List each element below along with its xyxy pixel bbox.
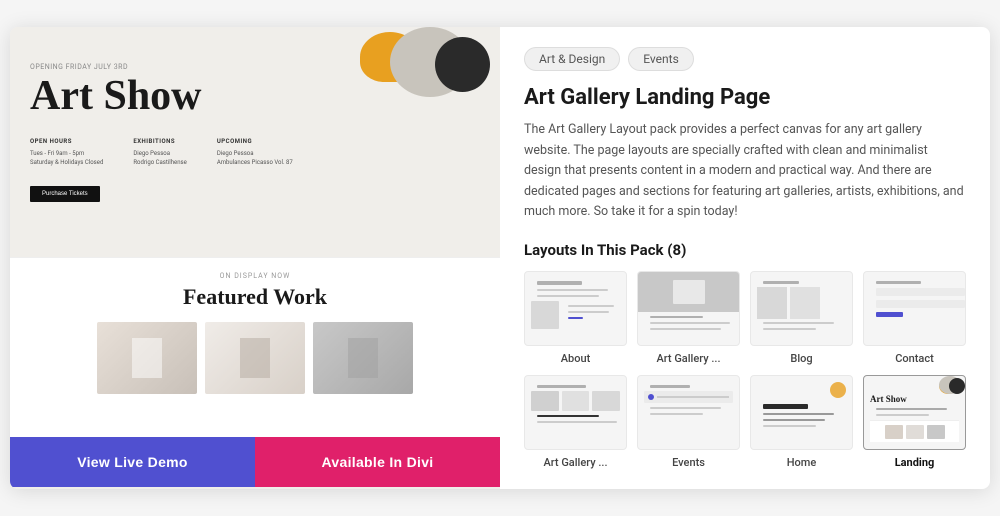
- layout-label-landing: Landing: [863, 456, 966, 469]
- art-show-info: OPEN HOURS Tues - Fri 9am - 5pmSaturday …: [30, 137, 480, 168]
- layout-item-about[interactable]: About: [524, 271, 627, 365]
- layout-item-blog[interactable]: Blog: [750, 271, 853, 365]
- featured-thumb-3: [313, 322, 413, 394]
- upcoming-col: UPCOMING Diego PessoaAmbulances Picasso …: [217, 137, 293, 168]
- layout-label-events: Events: [637, 456, 740, 469]
- view-live-demo-button[interactable]: View Live Demo: [10, 437, 255, 487]
- layouts-grid: About Art Gallery: [524, 271, 966, 469]
- purchase-tickets-button[interactable]: Purchase Tickets: [30, 186, 100, 202]
- featured-thumbnails: [26, 322, 484, 394]
- tag-art-design[interactable]: Art & Design: [524, 47, 620, 71]
- layout-thumb-contact: [863, 271, 966, 346]
- open-hours-text: Tues - Fri 9am - 5pmSaturday & Holidays …: [30, 149, 103, 168]
- available-in-divi-button[interactable]: Available In Divi: [255, 437, 500, 487]
- open-hours-col: OPEN HOURS Tues - Fri 9am - 5pmSaturday …: [30, 137, 103, 168]
- main-container: OPENING FRIDAY JULY 3RD Art Show OPEN HO…: [10, 27, 990, 489]
- layout-thumb-home: [750, 375, 853, 450]
- right-panel: Art & Design Events Art Gallery Landing …: [500, 27, 990, 489]
- layout-item-artgallery[interactable]: Art Gallery ...: [637, 271, 740, 365]
- layout-label-artgallery2: Art Gallery ...: [524, 456, 627, 469]
- layout-label-about: About: [524, 352, 627, 365]
- featured-thumb-2: [205, 322, 305, 394]
- layout-thumb-blog: [750, 271, 853, 346]
- art-show-content: OPENING FRIDAY JULY 3RD Art Show OPEN HO…: [30, 43, 480, 202]
- layout-thumb-artgallery2: [524, 375, 627, 450]
- layout-item-contact[interactable]: Contact: [863, 271, 966, 365]
- layout-label-home: Home: [750, 456, 853, 469]
- left-panel: OPENING FRIDAY JULY 3RD Art Show OPEN HO…: [10, 27, 500, 489]
- bottom-buttons: View Live Demo Available In Divi: [10, 437, 500, 487]
- open-hours-label: OPEN HOURS: [30, 137, 103, 147]
- exhibitions-label: EXHIBITIONS: [133, 137, 187, 147]
- layout-item-events[interactable]: Events: [637, 375, 740, 469]
- tags-container: Art & Design Events: [524, 47, 966, 71]
- featured-thumb-1: [97, 322, 197, 394]
- layout-label-artgallery: Art Gallery ...: [637, 352, 740, 365]
- on-display-label: ON DISPLAY NOW: [26, 272, 484, 280]
- layout-item-home[interactable]: Home: [750, 375, 853, 469]
- layout-thumb-about: [524, 271, 627, 346]
- page-title: Art Gallery Landing Page: [524, 85, 966, 110]
- tag-events[interactable]: Events: [628, 47, 694, 71]
- featured-work-section: ON DISPLAY NOW Featured Work: [10, 257, 500, 437]
- upcoming-text: Diego PessoaAmbulances Picasso Vol. 87: [217, 149, 293, 168]
- layout-item-artgallery2[interactable]: Art Gallery ...: [524, 375, 627, 469]
- layouts-heading: Layouts In This Pack (8): [524, 241, 966, 259]
- layout-item-landing[interactable]: Art Show Landing: [863, 375, 966, 469]
- featured-work-title: Featured Work: [26, 284, 484, 310]
- layout-thumb-artgallery: [637, 271, 740, 346]
- opening-text: OPENING FRIDAY JULY 3RD: [30, 63, 480, 71]
- layout-label-contact: Contact: [863, 352, 966, 365]
- art-show-title: Art Show: [30, 75, 480, 117]
- layout-thumb-landing: Art Show: [863, 375, 966, 450]
- exhibitions-text: Diego PessoaRodrigo Castilhense: [133, 149, 187, 168]
- description: The Art Gallery Layout pack provides a p…: [524, 120, 966, 223]
- exhibitions-col: EXHIBITIONS Diego PessoaRodrigo Castilhe…: [133, 137, 187, 168]
- layout-label-blog: Blog: [750, 352, 853, 365]
- art-show-preview: OPENING FRIDAY JULY 3RD Art Show OPEN HO…: [10, 27, 500, 257]
- layout-thumb-events: [637, 375, 740, 450]
- upcoming-label: UPCOMING: [217, 137, 293, 147]
